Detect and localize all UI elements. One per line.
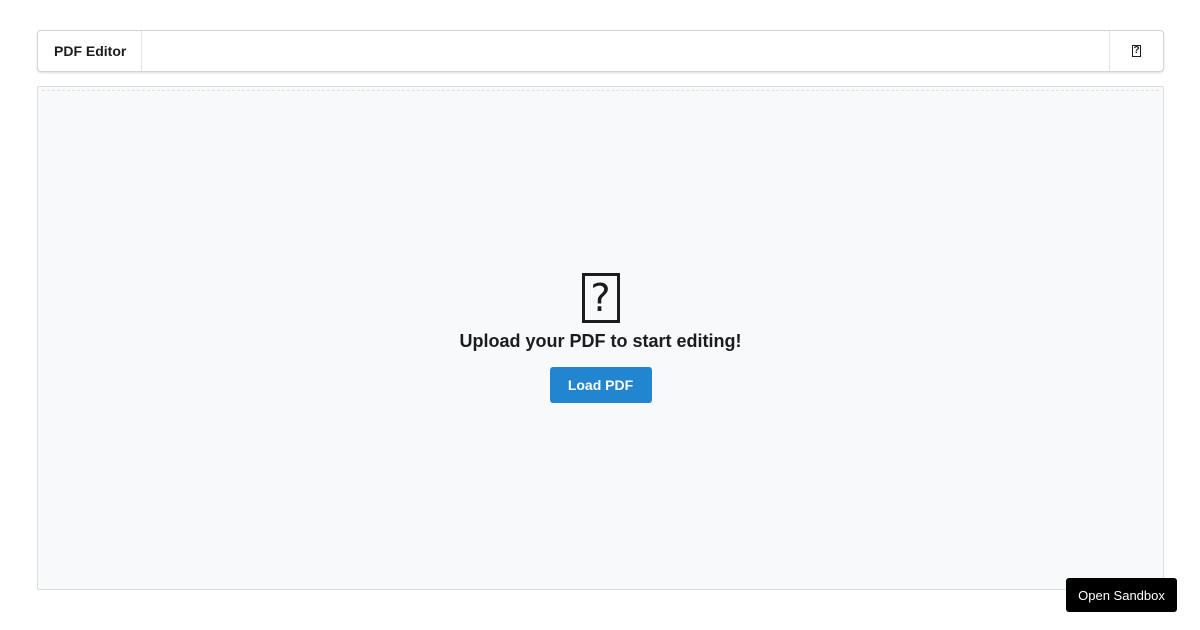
help-icon: ?	[1132, 45, 1141, 57]
help-button[interactable]: ?	[1109, 31, 1163, 71]
load-pdf-button[interactable]: Load PDF	[549, 367, 652, 403]
empty-state: ? Upload your PDF to start editing! Load…	[38, 273, 1163, 403]
app-title: PDF Editor	[38, 31, 143, 71]
top-toolbar: PDF Editor ?	[37, 30, 1164, 72]
pdf-dropzone[interactable]: ? Upload your PDF to start editing! Load…	[37, 86, 1164, 590]
document-question-icon: ?	[581, 273, 620, 323]
upload-prompt-heading: Upload your PDF to start editing!	[459, 331, 742, 351]
open-sandbox-button[interactable]: Open Sandbox	[1066, 578, 1177, 612]
